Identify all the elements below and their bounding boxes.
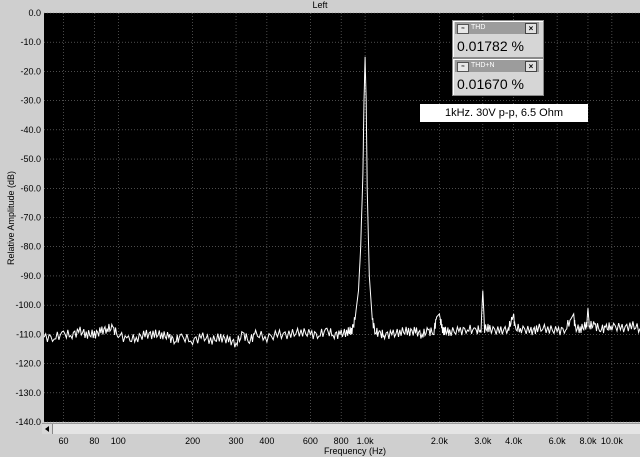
- thdn-readout-label: THD+N: [471, 62, 495, 69]
- thd-readout[interactable]: ≈ THD × 0.01782 %: [452, 20, 544, 58]
- x-axis-label: Frequency (Hz): [323, 446, 386, 456]
- thdn-readout[interactable]: ≈ THD+N × 0.01670 %: [452, 58, 544, 96]
- test-conditions-annotation: 1kHz. 30V p-p, 6.5 Ohm: [420, 104, 588, 122]
- y-tick-label: -60.0: [20, 183, 41, 193]
- x-tick-label: 300: [229, 436, 244, 446]
- y-tick-label: -120.0: [15, 359, 41, 369]
- x-tick-label: 200: [185, 436, 200, 446]
- y-tick-label: -20.0: [20, 66, 41, 76]
- x-tick-label: 3.0k: [474, 436, 492, 446]
- x-tick-label: 100: [111, 436, 126, 446]
- x-tick-label: 2.0k: [431, 436, 449, 446]
- y-tick-label: -40.0: [20, 125, 41, 135]
- x-tick-label: 600: [303, 436, 318, 446]
- meter-icon: ≈: [457, 62, 469, 72]
- thd-readout-titlebar[interactable]: ≈ THD ×: [455, 22, 539, 34]
- y-tick-label: -50.0: [20, 154, 41, 164]
- x-tick-label: 400: [259, 436, 274, 446]
- thdn-readout-titlebar[interactable]: ≈ THD+N ×: [455, 60, 539, 72]
- close-icon[interactable]: ×: [525, 61, 537, 72]
- x-tick-label: 80: [89, 436, 99, 446]
- x-tick-label: 8.0k: [579, 436, 597, 446]
- y-tick-label: -10.0: [20, 37, 41, 47]
- x-tick-label: 6.0k: [549, 436, 567, 446]
- x-tick-label: 60: [59, 436, 69, 446]
- y-tick-label: -80.0: [20, 242, 41, 252]
- y-tick-label: -130.0: [15, 388, 41, 398]
- y-tick-label: -140.0: [15, 417, 41, 427]
- x-tick-label: 4.0k: [505, 436, 523, 446]
- thd-value: 0.01782 %: [457, 38, 524, 54]
- thdn-value: 0.01670 %: [457, 76, 524, 92]
- y-tick-label: -110.0: [16, 329, 41, 339]
- x-axis: 60 80 100 200 300 400 600 800 1.0k 2.0k 3.0k 4.0k 6.…: [59, 436, 624, 446]
- y-tick-label: 0.0: [28, 8, 41, 18]
- arrow-left-icon[interactable]: [42, 424, 53, 434]
- x-tick-label: 10.0k: [601, 436, 624, 446]
- x-tick-label: 1.0k: [357, 436, 375, 446]
- meter-icon: ≈: [457, 24, 469, 34]
- x-tick-label: 800: [334, 436, 349, 446]
- y-axis: 0.0 -10.0 -20.0 -30.0 -40.0 -50.0 -60.0 -70.0 -8…: [15, 8, 41, 427]
- close-icon[interactable]: ×: [525, 23, 537, 34]
- spectrum-chart: 0.0 -10.0 -20.0 -30.0 -40.0 -50.0 -60.0 -70.0 -8…: [15, 8, 640, 446]
- y-tick-label: -70.0: [20, 213, 41, 223]
- horizontal-scrollbar[interactable]: [42, 423, 640, 434]
- y-tick-label: -90.0: [20, 271, 41, 281]
- y-tick-label: -30.0: [20, 96, 41, 106]
- y-tick-label: -100.0: [15, 300, 41, 310]
- thd-readout-label: THD: [471, 24, 486, 31]
